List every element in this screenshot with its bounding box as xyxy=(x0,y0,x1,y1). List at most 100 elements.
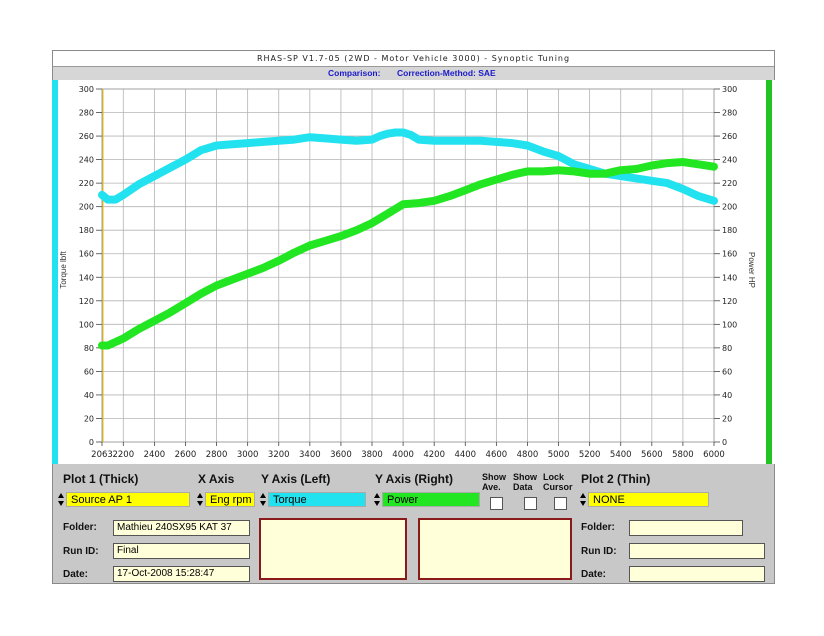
left-folder-label: Folder: xyxy=(63,522,97,533)
y-tick-label-right: 160 xyxy=(722,250,737,259)
yaxis-left-spinner-icon[interactable] xyxy=(260,492,267,507)
left-runid-label: Run ID: xyxy=(63,546,99,557)
y-tick-label-right: 0 xyxy=(722,438,727,447)
y-tick-label-left: 80 xyxy=(84,344,94,353)
x-tick-label: 2200 xyxy=(112,450,134,460)
dyno-chart[interactable]: 0 0 20 20 40 40 60 60 80 80 100 100 120 120 140 140 160 1… xyxy=(52,80,775,464)
right-axis-strip xyxy=(766,80,772,464)
show-data-label: Show Data xyxy=(513,472,537,492)
y-tick-label-right: 100 xyxy=(722,320,737,329)
comparison-label: Comparison: xyxy=(328,68,381,78)
yaxis-left-field[interactable]: Torque xyxy=(268,492,366,507)
yaxis-right-field[interactable]: Power xyxy=(382,492,480,507)
y-tick-label-left: 280 xyxy=(79,109,94,118)
comparison-bar: Comparison: Correction-Method: SAE xyxy=(53,67,774,81)
show-ave-checkbox[interactable] xyxy=(490,497,503,510)
plot1-header: Plot 1 (Thick) xyxy=(63,472,139,486)
y-tick-label-right: 80 xyxy=(722,344,732,353)
yaxis-right-spinner-icon[interactable] xyxy=(374,492,381,507)
x-tick-label: 5200 xyxy=(579,450,601,460)
x-tick-label: 3200 xyxy=(268,450,290,460)
y-tick-label-right: 200 xyxy=(722,203,737,212)
lock-cursor-line1: Lock xyxy=(543,472,565,482)
x-tick-label: 5000 xyxy=(548,450,570,460)
right-runid-label: Run ID: xyxy=(581,546,617,557)
lock-cursor-line2: Cursor xyxy=(543,482,573,492)
x-tick-label: 4000 xyxy=(392,450,414,460)
x-tick-label: 2400 xyxy=(144,450,166,460)
show-data-checkbox[interactable] xyxy=(524,497,537,510)
y-tick-label-right: 260 xyxy=(722,132,737,141)
y-tick-label-left: 120 xyxy=(79,297,94,306)
plot1-source-field[interactable]: Source AP 1 xyxy=(66,492,190,507)
show-ave-line1: Show xyxy=(482,472,506,482)
right-folder-label: Folder: xyxy=(581,522,615,533)
y-tick-label-left: 0 xyxy=(89,438,94,447)
y-tick-label-left: 40 xyxy=(84,391,94,400)
x-tick-label: 4400 xyxy=(454,450,476,460)
left-runid-field[interactable]: Final xyxy=(113,543,250,559)
y-tick-label-left: 240 xyxy=(79,156,94,165)
right-runid-field[interactable] xyxy=(629,543,765,559)
xaxis-field[interactable]: Eng rpm xyxy=(205,492,255,507)
y-axis-left-label: Torque lbft xyxy=(59,251,68,289)
y-tick-label-right: 60 xyxy=(722,367,732,376)
x-tick-label: 5800 xyxy=(672,450,694,460)
show-ave-line2: Ave. xyxy=(482,482,501,492)
y-tick-label-right: 140 xyxy=(722,273,737,282)
y-tick-label-left: 160 xyxy=(79,250,94,259)
left-date-label: Date: xyxy=(63,569,89,580)
left-date-field[interactable]: 17-Oct-2008 15:28:47 xyxy=(113,566,250,582)
plot1-spinner-icon[interactable] xyxy=(58,492,65,507)
y-tick-label-right: 20 xyxy=(722,414,732,423)
y-tick-label-left: 20 xyxy=(84,414,94,423)
x-tick-label: 3600 xyxy=(330,450,352,460)
plot2-field[interactable]: NONE xyxy=(588,492,709,507)
x-tick-label: 5400 xyxy=(610,450,632,460)
y-tick-label-left: 200 xyxy=(79,203,94,212)
right-folder-field[interactable] xyxy=(629,520,743,536)
yaxis-left-header: Y Axis (Left) xyxy=(261,472,331,486)
left-folder-field[interactable]: Mathieu 240SX95 KAT 37 xyxy=(113,520,250,536)
y-tick-label-left: 300 xyxy=(79,85,94,94)
y-tick-label-left: 140 xyxy=(79,273,94,282)
y-tick-label-right: 40 xyxy=(722,391,732,400)
yaxis-right-header: Y Axis (Right) xyxy=(375,472,454,486)
y-tick-label-right: 240 xyxy=(722,156,737,165)
show-data-line1: Show xyxy=(513,472,537,482)
x-tick-label: 2063 xyxy=(91,450,113,460)
y-tick-label-left: 60 xyxy=(84,367,94,376)
y-tick-label-right: 280 xyxy=(722,109,737,118)
plot2-spinner-icon[interactable] xyxy=(580,492,587,507)
plot2-header: Plot 2 (Thin) xyxy=(581,472,651,486)
y-tick-label-left: 260 xyxy=(79,132,94,141)
y-tick-label-right: 180 xyxy=(722,226,737,235)
y-axis-right-label: Power HP xyxy=(747,252,756,288)
x-tick-label: 5600 xyxy=(641,450,663,460)
lock-cursor-checkbox[interactable] xyxy=(554,497,567,510)
x-tick-label: 6000 xyxy=(703,450,725,460)
y-tick-label-right: 300 xyxy=(722,85,737,94)
right-date-label: Date: xyxy=(581,569,607,580)
xaxis-spinner-icon[interactable] xyxy=(197,492,204,507)
xaxis-header: X Axis xyxy=(198,472,235,486)
lock-cursor-label: Lock Cursor xyxy=(543,472,573,492)
show-ave-label: Show Ave. xyxy=(482,472,506,492)
x-tick-label: 3000 xyxy=(237,450,259,460)
x-tick-label: 4800 xyxy=(517,450,539,460)
x-tick-label: 3400 xyxy=(299,450,321,460)
y-tick-label-left: 100 xyxy=(79,320,94,329)
notes-box-left[interactable] xyxy=(259,518,407,580)
y-tick-label-right: 220 xyxy=(722,179,737,188)
y-tick-label-right: 120 xyxy=(722,297,737,306)
y-tick-label-left: 180 xyxy=(79,226,94,235)
x-tick-label: 2600 xyxy=(175,450,197,460)
right-date-field[interactable] xyxy=(629,566,765,582)
show-data-line2: Data xyxy=(513,482,533,492)
y-tick-label-left: 220 xyxy=(79,179,94,188)
window-title: RHAS-SP V1.7-05 (2WD - Motor Vehicle 300… xyxy=(53,51,774,67)
correction-method-label: Correction-Method: SAE xyxy=(397,68,496,78)
notes-box-right[interactable] xyxy=(418,518,572,580)
x-tick-label: 4200 xyxy=(423,450,445,460)
x-tick-label: 4600 xyxy=(486,450,508,460)
